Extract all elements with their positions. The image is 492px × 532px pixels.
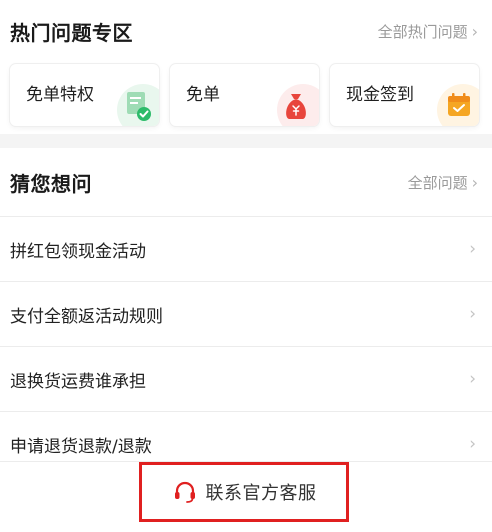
hot-card-label: 免单特权 — [26, 85, 94, 105]
document-check-icon — [117, 84, 159, 126]
chevron-right-icon: › — [469, 239, 476, 259]
hot-questions-title: 热门问题专区 — [10, 20, 133, 45]
help-center-page: 热门问题专区 全部热门问题 › 免单特权 免单 现金签到 猜您想问 全部问题 ›… — [0, 0, 492, 532]
chevron-right-icon: › — [471, 172, 478, 192]
money-bag-icon — [277, 84, 319, 126]
guess-questions-header: 猜您想问 全部问题 › — [0, 148, 492, 216]
all-hot-questions-link[interactable]: 全部热门问题 › — [378, 21, 478, 42]
hot-card-label: 免单 — [186, 85, 220, 105]
chevron-right-icon: › — [471, 21, 478, 41]
question-list-item[interactable]: 支付全额返活动规则 › — [0, 281, 492, 346]
hot-card-label: 现金签到 — [346, 85, 414, 105]
guess-questions-title: 猜您想问 — [10, 171, 92, 196]
chevron-right-icon: › — [469, 304, 476, 324]
chevron-right-icon: › — [469, 369, 476, 389]
question-text: 支付全额返活动规则 — [10, 306, 163, 327]
calendar-check-icon — [437, 84, 479, 126]
question-list-item[interactable]: 拼红包领现金活动 › — [0, 216, 492, 281]
all-hot-questions-label: 全部热门问题 — [377, 22, 468, 41]
all-questions-label: 全部问题 — [407, 173, 468, 192]
question-text: 退换货运费谁承担 — [10, 371, 146, 392]
all-questions-link[interactable]: 全部问题 › — [408, 172, 478, 193]
chevron-right-icon: › — [469, 434, 476, 454]
hot-questions-header: 热门问题专区 全部热门问题 › — [0, 0, 492, 62]
contact-customer-service-label: 联系官方客服 — [205, 483, 317, 504]
hot-card-free-order-privilege[interactable]: 免单特权 — [10, 64, 159, 126]
hot-card-cash-checkin[interactable]: 现金签到 — [330, 64, 479, 126]
section-divider — [0, 134, 492, 148]
contact-customer-service-button[interactable]: 联系官方客服 — [139, 462, 349, 522]
question-list: 拼红包领现金活动 › 支付全额返活动规则 › 退换货运费谁承担 › 申请退货退款… — [0, 216, 492, 476]
question-list-item[interactable]: 退换货运费谁承担 › — [0, 346, 492, 411]
hot-card-free-order[interactable]: 免单 — [170, 64, 319, 126]
headset-icon — [174, 481, 195, 503]
hot-question-cards: 免单特权 免单 现金签到 — [10, 64, 492, 126]
question-text: 拼红包领现金活动 — [10, 241, 146, 262]
bottom-bar: 联系官方客服 — [0, 462, 492, 532]
question-text: 申请退货退款/退款 — [10, 436, 152, 457]
